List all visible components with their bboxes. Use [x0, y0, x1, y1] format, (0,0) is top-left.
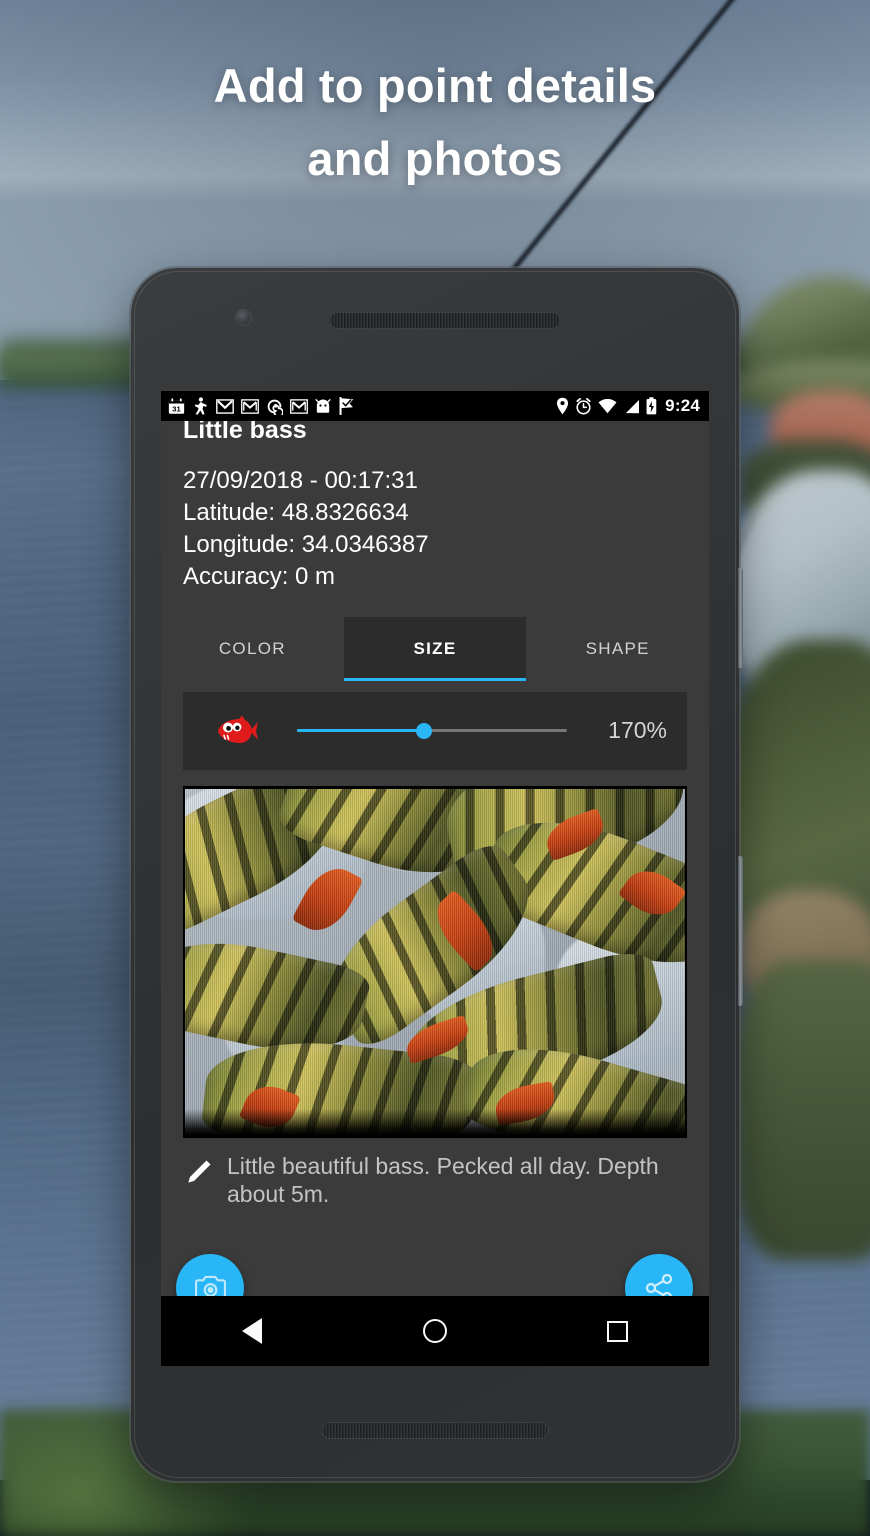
wifi-icon [598, 398, 617, 413]
cell-signal-icon [626, 399, 640, 413]
power-button[interactable] [738, 856, 743, 1006]
home-circle-icon [422, 1319, 447, 1343]
calendar-icon: 31 [168, 398, 185, 414]
nav-back-button[interactable] [207, 1318, 297, 1344]
svg-text:31: 31 [172, 404, 181, 413]
size-slider-thumb[interactable] [415, 722, 432, 739]
point-photo-image [185, 788, 685, 1135]
nav-recents-button[interactable] [573, 1320, 663, 1342]
marker-style-tabs: COLOR SIZE SHAPE [161, 616, 709, 681]
gmail-boxed-icon [241, 398, 259, 414]
back-triangle-icon [242, 1318, 263, 1344]
point-latitude: Latitude: 48.8326634 [183, 499, 409, 527]
location-pin-icon [557, 397, 569, 415]
tab-size[interactable]: SIZE [343, 616, 527, 681]
volume-button[interactable] [738, 568, 743, 668]
battery-charging-icon [646, 397, 657, 415]
phone-mockup: 31 9:24 Little bass 27/09/2018 - 00:17:3… [131, 268, 743, 1481]
red-fish-icon [211, 715, 263, 747]
nav-home-button[interactable] [390, 1319, 480, 1343]
size-value-label: 170% [608, 717, 667, 744]
alarm-clock-icon [576, 397, 591, 414]
status-bar: 31 9:24 [161, 391, 709, 421]
photo-bottom-shadow [185, 1108, 685, 1135]
recents-square-icon [607, 1320, 629, 1342]
phone-screen: 31 9:24 Little bass 27/09/2018 - 00:17:3… [161, 391, 709, 1366]
tab-color[interactable]: COLOR [161, 617, 344, 681]
status-bar-clock: 9:24 [665, 396, 700, 415]
check-flag-icon [339, 397, 354, 415]
promo-headline-line-1: Add to point details [213, 59, 657, 112]
android-navigation-bar [161, 1296, 709, 1366]
spiral-icon [267, 399, 283, 415]
size-slider-fill [297, 728, 424, 732]
point-details-screen: Little bass 27/09/2018 - 00:17:31 Latitu… [161, 421, 709, 1366]
status-bar-notification-icons: 31 [168, 397, 556, 415]
point-longitude: Longitude: 34.0346387 [183, 531, 429, 559]
promo-headline-line-2: and photos [307, 131, 563, 185]
size-control-card: 170% [183, 691, 687, 770]
photo-caption-text: Little beautiful bass. Pecked all day. D… [227, 1152, 659, 1208]
promo-headline: Add to point details and photos [0, 50, 870, 196]
bottom-speaker [321, 1422, 549, 1439]
status-bar-system-icons: 9:24 [556, 396, 700, 416]
earpiece-speaker [329, 312, 561, 329]
point-accuracy: Accuracy: 0 m [183, 562, 336, 590]
android-head-icon [315, 398, 331, 413]
tab-shape[interactable]: SHAPE [526, 617, 709, 681]
point-metadata: 27/09/2018 - 00:17:31 Latitude: 48.83266… [161, 443, 709, 593]
front-camera-icon [236, 310, 251, 325]
gmail-icon [216, 398, 234, 414]
point-photo[interactable] [183, 785, 687, 1138]
pencil-icon[interactable] [183, 1152, 225, 1193]
point-datetime: 27/09/2018 - 00:17:31 [183, 467, 418, 495]
promo-screenshot: Add to point details and photos 31 9:24 … [0, 0, 870, 1536]
photo-caption-row[interactable]: Little beautiful bass. Pecked all day. D… [183, 1152, 687, 1209]
person-running-icon [194, 397, 207, 415]
size-slider[interactable] [297, 718, 567, 744]
gmail-boxed-2-icon [290, 398, 308, 414]
page-title: Little bass [183, 421, 307, 444]
